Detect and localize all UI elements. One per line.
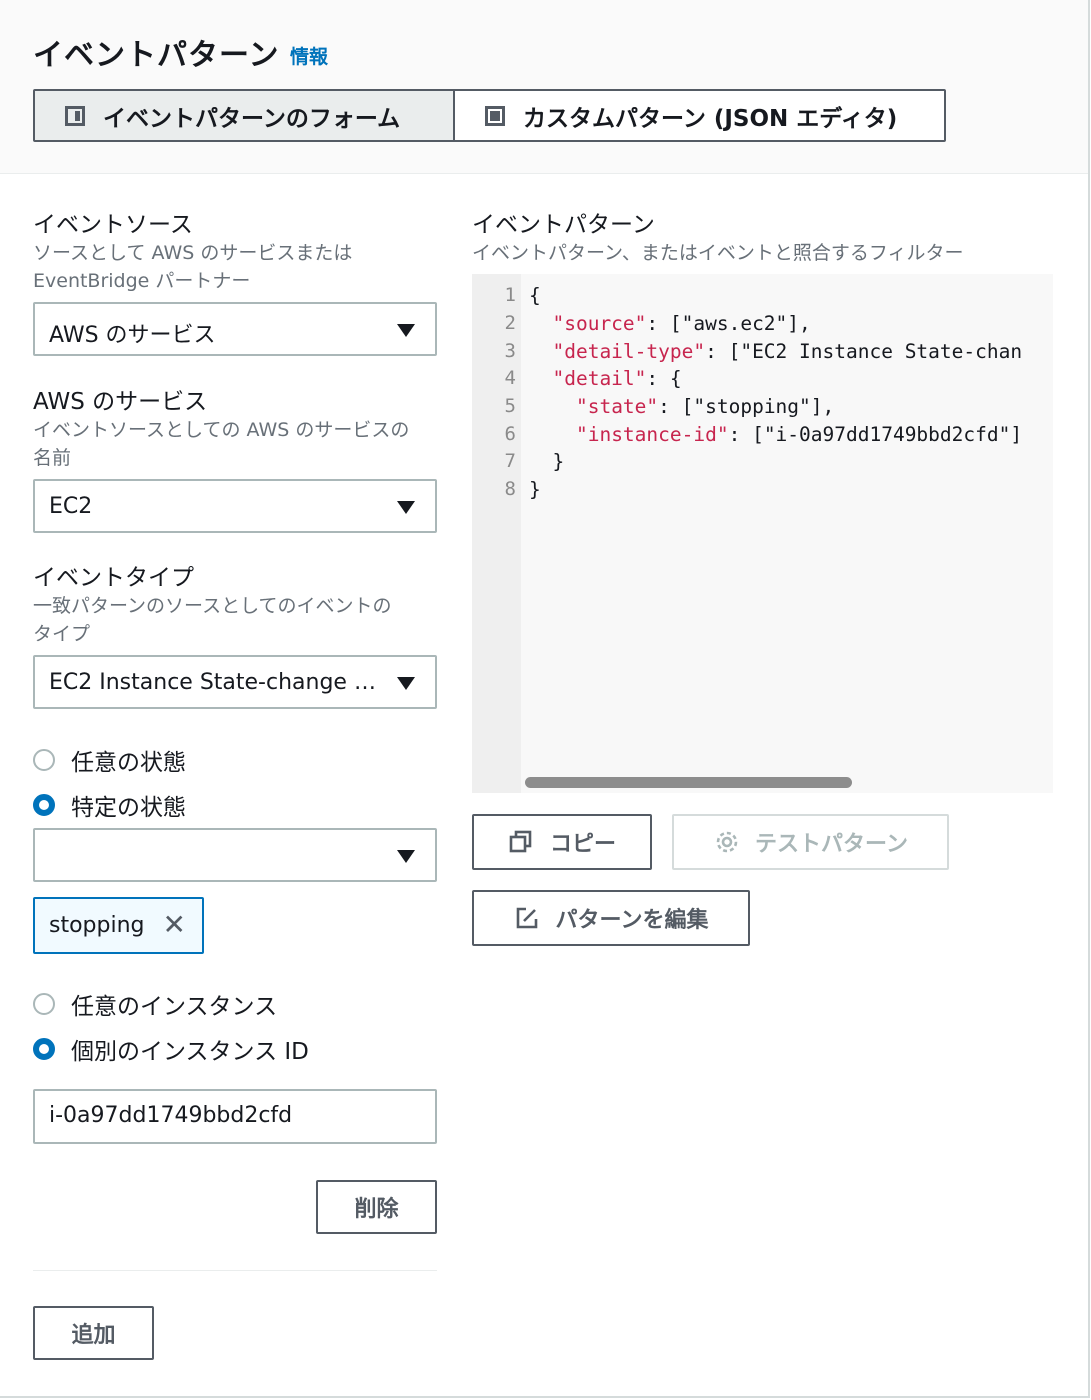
caret-down-icon xyxy=(397,324,415,337)
info-link[interactable]: 情報 xyxy=(290,42,328,69)
event-source-select[interactable]: AWS のサービス xyxy=(33,302,437,356)
line-number: 2 xyxy=(504,312,516,334)
radio-button[interactable] xyxy=(33,749,55,771)
caret-down-icon xyxy=(397,677,415,690)
select-value: EC2 Instance State-change … xyxy=(49,670,376,695)
event-source-label: イベントソース xyxy=(33,212,193,238)
json-key: "state" xyxy=(575,395,659,418)
radio-label: 特定の状態 xyxy=(71,795,186,821)
remove-token-icon[interactable]: ✕ xyxy=(163,911,186,939)
event-type-desc-2: タイプ xyxy=(33,623,91,645)
json-key: "detail" xyxy=(552,367,647,390)
code-text: : ["EC2 Instance State-chan xyxy=(705,340,1023,363)
code-text: : ["i-0a97dd1749bbd2cfd"] xyxy=(728,423,1023,446)
instance-id-field[interactable] xyxy=(33,1089,437,1144)
copy-label: コピー xyxy=(549,832,616,857)
json-editor-icon xyxy=(485,105,505,126)
code-text: { xyxy=(529,284,541,307)
event-pattern-label: イベントパターン xyxy=(472,212,655,238)
header: イベントパターン 情報 イベントパターンのフォーム カスタムパターン (JSON… xyxy=(0,0,1088,174)
radio-label: 個別のインスタンス ID xyxy=(71,1039,309,1065)
line-number: 6 xyxy=(504,423,516,445)
event-source-desc-1: ソースとして AWS のサービスまたは xyxy=(33,242,353,264)
page-title: イベントパターン xyxy=(33,38,280,73)
json-code-viewer[interactable]: 1 2 3 4 5 6 7 8 { "source": ["aws.ec2"],… xyxy=(472,274,1053,793)
line-number: 1 xyxy=(504,284,516,306)
radio-specific-instance-id[interactable]: 個別のインスタンス ID xyxy=(33,1032,309,1066)
code-line: "detail-type": ["EC2 Instance State-chan xyxy=(529,340,1022,363)
form-view-icon xyxy=(65,105,85,126)
radio-label: 任意の状態 xyxy=(71,750,186,776)
token-label: stopping xyxy=(49,913,145,938)
event-type-label: イベントタイプ xyxy=(33,565,194,591)
code-line: "state": ["stopping"], xyxy=(529,395,834,418)
gear-icon xyxy=(716,831,738,853)
event-type-select[interactable]: EC2 Instance State-change … xyxy=(33,655,437,709)
code-line: "source": ["aws.ec2"], xyxy=(529,312,811,335)
test-pattern-label: テストパターン xyxy=(755,832,908,857)
tab-label: カスタムパターン (JSON エディタ) xyxy=(523,105,898,132)
radio-specific-state[interactable]: 特定の状態 xyxy=(33,788,186,822)
radio-any-instance[interactable]: 任意のインスタンス xyxy=(33,987,277,1021)
radio-any-state[interactable]: 任意の状態 xyxy=(33,743,186,777)
event-pattern-desc: イベントパターン、またはイベントと照合するフィルター xyxy=(472,242,964,264)
json-key: "source" xyxy=(552,312,647,335)
horizontal-scrollbar[interactable] xyxy=(525,777,852,788)
tab-event-pattern-form[interactable]: イベントパターンのフォーム xyxy=(33,89,455,142)
aws-service-desc-1: イベントソースとしての AWS のサービスの xyxy=(33,419,410,441)
json-key: "instance-id" xyxy=(575,423,729,446)
code-line: { xyxy=(529,284,541,307)
radio-button-selected[interactable] xyxy=(33,1038,55,1060)
line-number: 5 xyxy=(504,395,516,417)
aws-service-select[interactable]: EC2 xyxy=(33,479,437,533)
code-text: } xyxy=(552,450,565,473)
select-value: EC2 xyxy=(49,494,93,519)
code-text: : ["stopping"], xyxy=(658,395,835,418)
radio-label: 任意のインスタンス xyxy=(71,994,278,1020)
json-key: "detail-type" xyxy=(552,340,706,363)
event-source-desc-2: EventBridge パートナー xyxy=(33,270,251,292)
code-line: "detail": { xyxy=(529,367,682,390)
add-button[interactable]: 追加 xyxy=(33,1306,154,1360)
line-number: 4 xyxy=(504,367,516,389)
code-line: } xyxy=(529,450,564,473)
code-line: "instance-id": ["i-0a97dd1749bbd2cfd"] xyxy=(529,423,1022,446)
edit-icon xyxy=(516,907,537,929)
copy-button[interactable]: コピー xyxy=(472,814,652,870)
line-number: 8 xyxy=(504,478,516,500)
code-text: : ["aws.ec2"], xyxy=(646,312,811,335)
state-select[interactable] xyxy=(33,828,437,882)
aws-service-label: AWS のサービス xyxy=(33,389,208,415)
state-token: stopping ✕ xyxy=(33,897,204,954)
aws-service-desc-2: 名前 xyxy=(33,447,72,469)
remove-button[interactable]: 削除 xyxy=(316,1180,437,1234)
tab-label: イベントパターンのフォーム xyxy=(103,105,401,132)
radio-button[interactable] xyxy=(33,993,55,1015)
caret-down-icon xyxy=(397,850,415,863)
test-pattern-button[interactable]: テストパターン xyxy=(672,814,949,870)
line-number-gutter: 1 2 3 4 5 6 7 8 xyxy=(472,274,521,793)
divider xyxy=(33,1270,437,1271)
line-number: 7 xyxy=(504,450,516,472)
radio-button-selected[interactable] xyxy=(33,794,55,816)
instance-id-input[interactable] xyxy=(49,1103,419,1128)
code-text: : { xyxy=(646,367,682,390)
code-line: } xyxy=(529,478,541,501)
select-value: AWS のサービス xyxy=(49,323,216,348)
code-text: } xyxy=(529,478,541,501)
event-type-desc-1: 一致パターンのソースとしてのイベントの xyxy=(33,595,392,617)
edit-pattern-label: パターンを編集 xyxy=(555,908,709,933)
caret-down-icon xyxy=(397,501,415,514)
copy-icon xyxy=(509,830,532,853)
tab-custom-pattern-json[interactable]: カスタムパターン (JSON エディタ) xyxy=(453,89,946,142)
edit-pattern-button[interactable]: パターンを編集 xyxy=(472,890,750,946)
line-number: 3 xyxy=(504,340,516,362)
